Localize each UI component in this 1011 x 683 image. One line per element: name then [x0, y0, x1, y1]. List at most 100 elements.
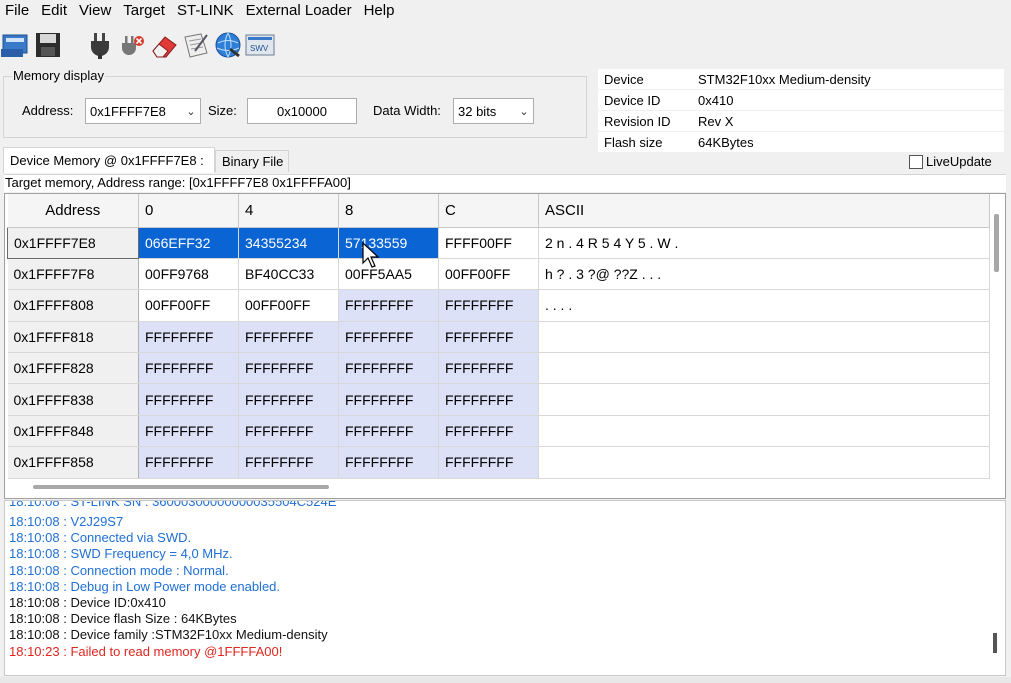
device-info-value: Rev X — [698, 113, 734, 129]
data-cell[interactable]: FFFFFFFF — [338, 352, 439, 385]
swv-icon[interactable]: SWV — [244, 29, 276, 61]
column-header-4[interactable]: 4 — [238, 194, 339, 228]
address-cell[interactable]: 0x1FFFF818 — [7, 321, 139, 354]
disconnect-icon[interactable] — [116, 29, 148, 61]
column-header-8[interactable]: 8 — [338, 194, 439, 228]
column-header-address[interactable]: Address — [7, 194, 139, 228]
ascii-cell[interactable] — [538, 446, 990, 479]
data-cell[interactable]: 00FF00FF — [438, 258, 539, 291]
table-row[interactable]: 0x1FFFF828 FFFFFFFF FFFFFFFF FFFFFFFF FF… — [7, 352, 990, 385]
address-cell[interactable]: 0x1FFFF848 — [7, 415, 139, 448]
address-cell[interactable]: 0x1FFFF808 — [7, 289, 139, 322]
table-row[interactable]: 0x1FFFF848 FFFFFFFF FFFFFFFF FFFFFFFF FF… — [7, 415, 990, 448]
data-cell[interactable]: FFFFFFFF — [338, 289, 439, 322]
address-range-text: Target memory, Address range: [0x1FFFF7E… — [4, 174, 1006, 192]
menu-target[interactable]: Target — [118, 0, 172, 22]
chevron-down-icon[interactable]: ⌄ — [182, 105, 200, 118]
data-cell[interactable]: 00FF00FF — [238, 289, 339, 322]
ascii-cell[interactable] — [538, 415, 990, 448]
data-cell[interactable]: BF40CC33 — [238, 258, 339, 291]
memory-grid[interactable]: Address 0 4 8 C ASCII 0x1FFFF7E8 066EFF3… — [4, 193, 1006, 499]
chevron-down-icon[interactable]: ⌄ — [515, 105, 533, 118]
open-file-icon[interactable] — [0, 29, 32, 61]
ascii-cell[interactable]: 2 n . 4 R 5 4 Y 5 . W . — [538, 227, 990, 259]
data-cell[interactable]: 00FF5AA5 — [338, 258, 439, 291]
data-cell[interactable]: 00FF00FF — [138, 289, 239, 322]
data-cell[interactable]: FFFFFFFF — [338, 383, 439, 416]
horizontal-scrollbar[interactable] — [33, 485, 329, 489]
erase-icon[interactable] — [148, 29, 180, 61]
live-update-label: LiveUpdate — [926, 154, 992, 169]
data-cell[interactable]: 34355234 — [238, 227, 339, 259]
data-cell[interactable]: FFFFFFFF — [338, 415, 439, 448]
column-header-c[interactable]: C — [438, 194, 539, 228]
save-icon[interactable] — [32, 29, 64, 61]
log-console[interactable]: 18:10:08 : ST-LINK SN : 3600030000000003… — [4, 500, 1006, 676]
data-cell[interactable]: FFFFFFFF — [438, 415, 539, 448]
data-cell[interactable]: FFFFFFFF — [138, 415, 239, 448]
menu-edit[interactable]: Edit — [36, 0, 74, 22]
address-cell[interactable]: 0x1FFFF828 — [7, 352, 139, 385]
data-cell[interactable]: FFFFFFFF — [438, 446, 539, 479]
device-info-key: Device ID — [604, 92, 661, 108]
data-cell[interactable]: 066EFF32 — [138, 227, 239, 259]
column-header-0[interactable]: 0 — [138, 194, 239, 228]
menu-view[interactable]: View — [74, 0, 118, 22]
bottom-border — [0, 677, 1011, 683]
data-width-select[interactable]: 32 bits ⌄ — [453, 98, 534, 124]
data-cell[interactable]: FFFFFFFF — [438, 321, 539, 354]
data-cell[interactable]: FFFFFFFF — [238, 352, 339, 385]
data-cell[interactable]: FFFFFFFF — [138, 352, 239, 385]
ascii-cell[interactable] — [538, 383, 990, 416]
data-cell[interactable]: FFFFFFFF — [238, 383, 339, 416]
checkbox-box[interactable] — [909, 154, 923, 169]
log-line: 18:10:08 : V2J29S7 — [9, 514, 124, 529]
address-combobox[interactable]: 0x1FFFF7E8 ⌄ — [85, 98, 201, 124]
menu-st-link[interactable]: ST-LINK — [172, 0, 241, 22]
data-cell[interactable]: FFFFFFFF — [438, 383, 539, 416]
address-cell[interactable]: 0x1FFFF7F8 — [7, 258, 139, 291]
data-cell[interactable]: 00FF9768 — [138, 258, 239, 291]
table-row[interactable]: 0x1FFFF7E8 066EFF32 34355234 57133559 FF… — [7, 226, 990, 259]
menu-file[interactable]: File — [0, 0, 36, 22]
data-cell[interactable]: FFFFFFFF — [338, 321, 439, 354]
data-cell[interactable]: FFFFFFFF — [438, 289, 539, 322]
ascii-cell[interactable]: h ? . 3 ?@ ??Z . . . — [538, 258, 990, 291]
ascii-cell[interactable] — [538, 352, 990, 385]
data-cell[interactable]: FFFF00FF — [438, 227, 539, 259]
data-cell[interactable]: FFFFFFFF — [238, 446, 339, 479]
log-scrollbar[interactable] — [993, 633, 997, 653]
table-row[interactable]: 0x1FFFF7F8 00FF9768 BF40CC33 00FF5AA5 00… — [7, 258, 990, 291]
table-row[interactable]: 0x1FFFF808 00FF00FF 00FF00FF FFFFFFFF FF… — [7, 289, 990, 322]
data-cell[interactable]: FFFFFFFF — [338, 446, 439, 479]
address-cell[interactable]: 0x1FFFF838 — [7, 383, 139, 416]
data-cell[interactable]: FFFFFFFF — [238, 415, 339, 448]
address-cell[interactable]: 0x1FFFF858 — [7, 446, 139, 479]
log-line-error: 18:10:23 : Failed to read memory @1FFFFA… — [9, 644, 283, 659]
device-info-row: Flash size 64KBytes — [598, 132, 1004, 153]
table-row[interactable]: 0x1FFFF838 FFFFFFFF FFFFFFFF FFFFFFFF FF… — [7, 383, 990, 416]
menu-help[interactable]: Help — [359, 0, 402, 22]
tab-device-memory[interactable]: Device Memory @ 0x1FFFF7E8 : — [3, 147, 215, 173]
connect-icon[interactable] — [84, 29, 116, 61]
data-cell[interactable]: FFFFFFFF — [138, 321, 239, 354]
device-info-key: Revision ID — [604, 113, 671, 129]
table-row[interactable]: 0x1FFFF858 FFFFFFFF FFFFFFFF FFFFFFFF FF… — [7, 446, 990, 479]
ascii-cell[interactable] — [538, 321, 990, 354]
tab-binary-file[interactable]: Binary File — [215, 150, 289, 172]
data-cell[interactable]: FFFFFFFF — [438, 352, 539, 385]
program-verify-icon[interactable] — [180, 29, 212, 61]
data-cell[interactable]: FFFFFFFF — [238, 321, 339, 354]
ascii-cell[interactable]: . . . . — [538, 289, 990, 322]
address-cell[interactable]: 0x1FFFF7E8 — [7, 226, 139, 259]
data-cell[interactable]: FFFFFFFF — [138, 383, 239, 416]
size-input[interactable]: 0x10000 — [247, 98, 357, 124]
data-cell[interactable]: 57133559 — [338, 227, 439, 259]
online-update-icon[interactable] — [212, 29, 244, 61]
data-cell[interactable]: FFFFFFFF — [138, 446, 239, 479]
live-update-checkbox[interactable]: LiveUpdate — [909, 154, 992, 169]
menu-external-loader[interactable]: External Loader — [241, 0, 359, 22]
vertical-scrollbar[interactable] — [994, 214, 999, 272]
column-header-ascii[interactable]: ASCII — [538, 194, 990, 228]
table-row[interactable]: 0x1FFFF818 FFFFFFFF FFFFFFFF FFFFFFFF FF… — [7, 321, 990, 354]
